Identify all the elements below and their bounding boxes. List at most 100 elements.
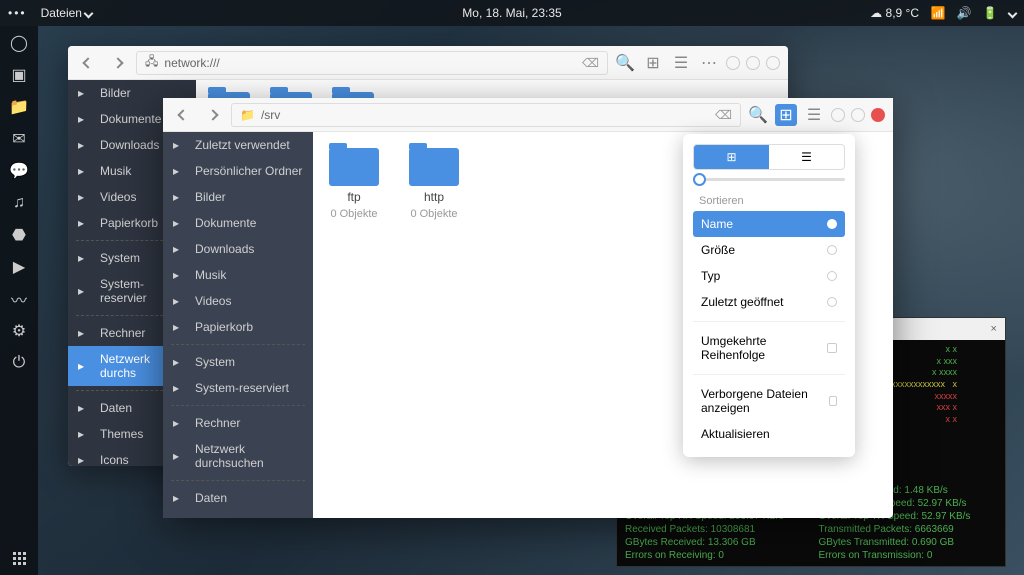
sidebar-item[interactable]: ▸ Downloads — [163, 236, 313, 262]
clear-icon[interactable]: ⌫ — [715, 108, 732, 122]
sidebar-item[interactable]: ▸Dokumente — [163, 210, 313, 236]
sidebar-item[interactable]: ▸Videos — [163, 288, 313, 314]
volume-icon[interactable]: 🔊 — [957, 6, 971, 20]
reverse-order-toggle[interactable]: Umgekehrte Reihenfolge — [693, 328, 845, 368]
sort-option[interactable]: Größe — [693, 237, 845, 263]
sidebar-item[interactable]: ▸ System-reserviert — [163, 375, 313, 401]
sort-option-label: Größe — [701, 243, 735, 257]
dock-steam[interactable]: ⬣ — [10, 226, 28, 244]
sidebar-item-label: Papierkorb — [195, 320, 253, 334]
grid-view-icon[interactable]: ⊞ — [775, 104, 797, 126]
dock-music[interactable]: ♫ — [10, 194, 28, 212]
radio-icon — [827, 219, 837, 229]
back-button[interactable] — [76, 51, 100, 75]
close-button[interactable] — [871, 108, 885, 122]
close-button[interactable] — [766, 56, 780, 70]
address-text: network:/// — [164, 56, 219, 70]
folder-icon: ▸ — [173, 416, 187, 430]
clock[interactable]: Mo, 18. Mai, 23:35 — [462, 6, 561, 20]
clear-icon[interactable]: ⌫ — [582, 56, 599, 70]
sidebar-item-label: Rechner — [195, 416, 240, 430]
sidebar-item[interactable]: ▸System — [163, 349, 313, 375]
folder-item[interactable]: http0 Objekte — [409, 148, 459, 220]
folder-icon: ▸ — [173, 190, 187, 204]
dock-browser[interactable]: ◯ — [10, 34, 28, 52]
minimize-button[interactable] — [726, 56, 740, 70]
dock-settings[interactable]: ⚙ — [10, 322, 28, 340]
forward-button[interactable] — [106, 51, 130, 75]
sort-option-label: Typ — [701, 269, 720, 283]
show-hidden-toggle[interactable]: Verborgene Dateien anzeigen — [693, 381, 845, 421]
activities-button[interactable]: ••• — [8, 6, 27, 20]
search-icon[interactable]: 🔍 — [614, 52, 636, 74]
folder-icon: ▸ — [173, 381, 187, 395]
sidebar-item[interactable]: ▸Musik — [163, 262, 313, 288]
list-view-icon[interactable]: ☰ — [803, 104, 825, 126]
sidebar-item[interactable]: ▸Netzwerk durchsuchen — [163, 436, 313, 476]
grid-view-icon[interactable]: ⊞ — [642, 52, 664, 74]
sidebar-item[interactable]: ▸ Rechner — [163, 410, 313, 436]
battery-icon[interactable]: 🔋 — [983, 6, 997, 20]
folder-icon: 🖧 — [145, 52, 158, 73]
dock-play[interactable]: ▶ — [10, 258, 28, 276]
list-view-icon[interactable]: ☰ — [670, 52, 692, 74]
dock-files[interactable]: 📁 — [10, 98, 28, 116]
maximize-button[interactable] — [851, 108, 865, 122]
forward-button[interactable] — [201, 103, 225, 127]
sidebar-item-label: Daten — [195, 491, 227, 505]
toolbar: 📁 /srv ⌫ 🔍 ⊞ ☰ — [163, 98, 893, 132]
folder-item[interactable]: ftp0 Objekte — [329, 148, 379, 220]
dock-terminal[interactable]: ▣ — [10, 66, 28, 84]
wifi-icon[interactable]: 📶 — [931, 6, 945, 20]
sidebar-item-label: Downloads — [195, 242, 254, 256]
folder-icon: ▸ — [173, 517, 187, 518]
dock: ◯ ▣ 📁 ✉ 💬 ♫ ⬣ ▶ 〰 ⚙ ⏻ — [0, 26, 38, 575]
list-toggle[interactable]: ☰ — [769, 145, 844, 169]
sidebar-item-label: Dokumente — [195, 216, 256, 230]
sidebar-item[interactable]: ▸ Daten — [163, 485, 313, 511]
address-bar[interactable]: 🖧 network:/// ⌫ — [136, 51, 608, 75]
dock-chat[interactable]: 💬 — [10, 162, 28, 180]
system-menu-chevron[interactable] — [1009, 6, 1016, 20]
sidebar-item[interactable]: ▸Themes — [163, 511, 313, 518]
address-bar[interactable]: 📁 /srv ⌫ — [231, 103, 741, 127]
app-menu[interactable]: Dateien — [41, 6, 93, 20]
dock-power[interactable]: ⏻ — [10, 354, 28, 372]
close-icon[interactable]: × — [991, 323, 997, 335]
dock-apps-grid[interactable] — [13, 552, 26, 565]
back-button[interactable] — [171, 103, 195, 127]
zoom-slider[interactable] — [693, 178, 845, 181]
folder-icon: ▸ — [173, 320, 187, 334]
folder-icon: ▸ — [173, 242, 187, 256]
grid-toggle[interactable]: ⊞ — [694, 145, 769, 169]
sort-label: Sortieren — [693, 191, 845, 211]
folder-icon: ▸ — [78, 190, 92, 204]
minimize-button[interactable] — [831, 108, 845, 122]
sidebar-item[interactable]: ▸Bilder — [163, 184, 313, 210]
maximize-button[interactable] — [746, 56, 760, 70]
folder-icon: ▸ — [78, 251, 92, 265]
sidebar-item-label: Netzwerk durchsuchen — [195, 442, 303, 470]
search-icon[interactable]: 🔍 — [747, 104, 769, 126]
folder-icon: ▸ — [78, 359, 92, 373]
folder-icon: ▸ — [78, 112, 92, 126]
folder-icon: ▸ — [173, 355, 187, 369]
folder-icon — [409, 148, 459, 186]
sort-option[interactable]: Zuletzt geöffnet — [693, 289, 845, 315]
sidebar-item-label: System-reserviert — [195, 381, 289, 395]
sidebar-item[interactable]: ▸ Papierkorb — [163, 314, 313, 340]
sidebar-item-label: System — [100, 251, 140, 265]
sidebar-item[interactable]: ▸Persönlicher Ordner — [163, 158, 313, 184]
sort-option[interactable]: Name — [693, 211, 845, 237]
menu-icon[interactable]: ⋯ — [698, 52, 720, 74]
address-text: /srv — [261, 108, 280, 122]
weather-indicator[interactable]: ☁ 8,9 °C — [870, 6, 919, 20]
folder-icon: ▸ — [173, 491, 187, 505]
sidebar-item-label: Rechner — [100, 326, 145, 340]
dock-monitor[interactable]: 〰 — [10, 290, 28, 308]
dock-mail[interactable]: ✉ — [10, 130, 28, 148]
refresh-action[interactable]: Aktualisieren — [693, 421, 845, 447]
sort-option-label: Name — [701, 217, 733, 231]
sidebar-item[interactable]: ▸Zuletzt verwendet — [163, 132, 313, 158]
sort-option[interactable]: Typ — [693, 263, 845, 289]
